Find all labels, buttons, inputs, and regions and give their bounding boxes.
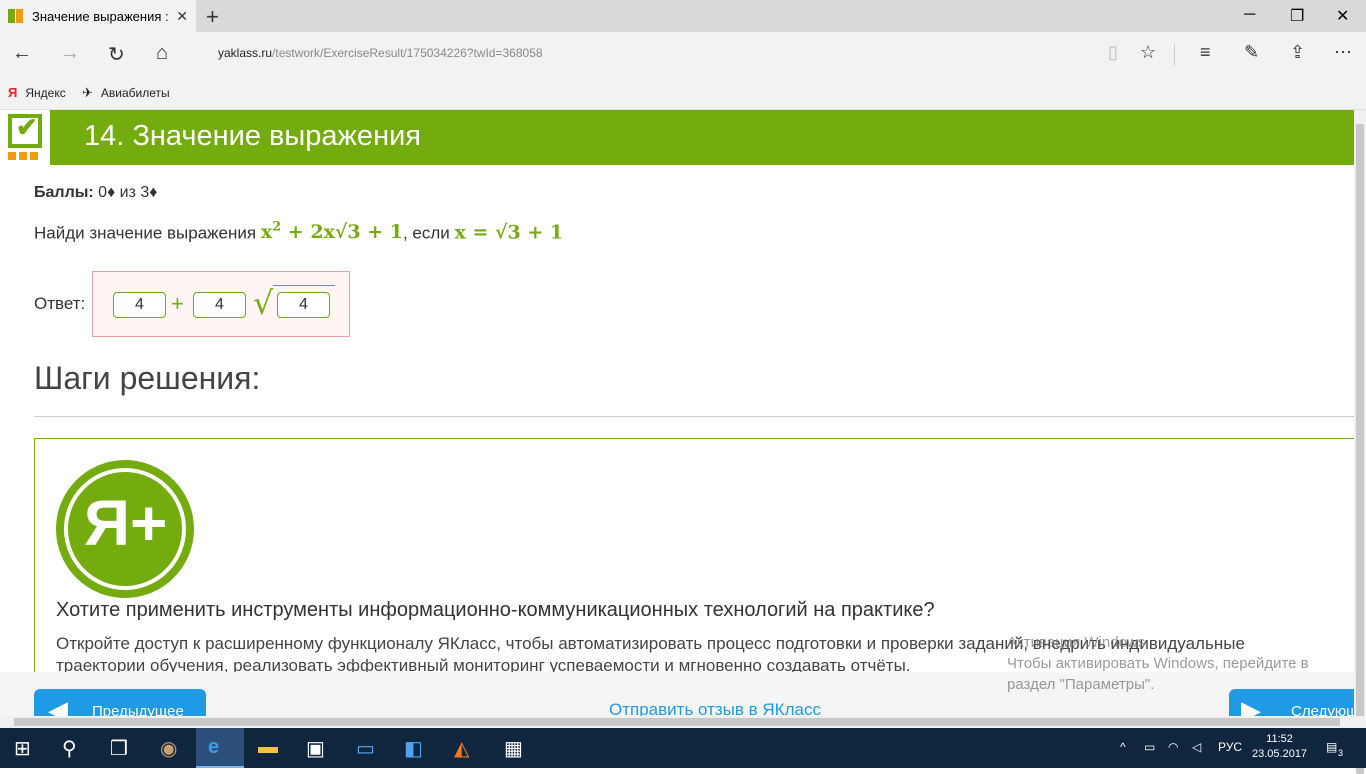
page-title: 14. Значение выражения: [84, 120, 421, 152]
search-icon[interactable]: ⚲: [62, 736, 77, 761]
taskbar: ⊞ ⚲ ❒ ◉ e ▬ ▣ ▭ ◧ ◭ ▦ ^ ▭ ◠ ◁ РУС 11:52 …: [0, 728, 1366, 768]
exercise-logo-icon: ✔: [0, 110, 50, 165]
reading-view-icon[interactable]: ▯: [1108, 42, 1118, 63]
divider: [34, 416, 1354, 417]
logo-text: Я+: [84, 487, 168, 559]
share-icon[interactable]: ⇪: [1290, 42, 1305, 63]
score-label: Баллы:: [34, 184, 94, 201]
edge-icon: e: [208, 736, 220, 758]
forward-icon[interactable]: →: [60, 42, 80, 65]
network-icon[interactable]: ◠: [1168, 740, 1178, 754]
avast-icon[interactable]: ◭: [454, 736, 469, 761]
bookmark-label: Яндекс: [25, 85, 66, 100]
file-explorer-icon[interactable]: ▬: [258, 736, 278, 759]
back-icon[interactable]: ←: [12, 42, 32, 65]
home-icon[interactable]: ⌂: [156, 42, 168, 65]
favorite-star-icon[interactable]: ☆: [1140, 42, 1156, 63]
minimize-icon[interactable]: ─: [1244, 6, 1255, 24]
refresh-icon[interactable]: ↻: [108, 42, 125, 67]
answer-input-3[interactable]: 4: [277, 292, 330, 318]
clock[interactable]: 11:52 23.05.2017: [1252, 732, 1307, 762]
maximize-icon[interactable]: ❐: [1290, 6, 1304, 26]
action-center-icon[interactable]: ▤: [1326, 740, 1337, 754]
plane-icon: ✈: [82, 85, 93, 100]
previous-label: Предыдущее: [92, 703, 184, 716]
radical-line: [273, 285, 335, 286]
language-indicator[interactable]: РУС: [1218, 740, 1242, 754]
computer-icon[interactable]: ▭: [356, 736, 375, 761]
toolbar-divider: [1174, 44, 1175, 66]
calculator-icon[interactable]: ▦: [504, 736, 523, 761]
notification-count: 3: [1338, 748, 1344, 758]
task-expression: x2 + 2x√3 + 1: [260, 220, 403, 244]
yaklass-plus-logo-icon: Я+: [56, 460, 194, 598]
edge-taskbar-button[interactable]: e: [196, 728, 244, 768]
feedback-link[interactable]: Отправить отзыв в ЯКласс: [609, 700, 821, 716]
promo-title: Хотите применить инструменты информацион…: [56, 599, 935, 621]
previous-button[interactable]: ◀ Предыдущее: [34, 689, 206, 716]
expr-exponent: 2: [272, 220, 282, 235]
new-tab-button[interactable]: +: [206, 4, 219, 30]
store-icon[interactable]: ▣: [306, 736, 325, 761]
close-window-icon[interactable]: ✕: [1336, 6, 1349, 26]
vertical-scrollbar[interactable]: [1354, 110, 1366, 774]
exercise-header: ✔ 14. Значение выражения: [0, 110, 1354, 165]
control-panel-icon[interactable]: ◧: [404, 736, 423, 761]
task-text: Найди значение выражения: [34, 223, 261, 243]
start-windows-icon[interactable]: ⊞: [14, 736, 31, 761]
score: Баллы: 0♦ из 3♦: [34, 184, 157, 202]
expr-rest: + 2x√3 + 1: [281, 221, 403, 244]
task-mid: , если: [402, 223, 455, 243]
url-path: /testwork/ExerciseResult/175034226?twId=…: [272, 46, 543, 60]
bookmark-label: Авиабилеты: [100, 86, 170, 100]
watermark-line-2: Чтобы активировать Windows, перейдите в: [1007, 655, 1309, 672]
sqrt-icon: √: [253, 284, 274, 322]
answer-input-1[interactable]: 4: [113, 292, 166, 318]
yaklass-favicon-icon: [8, 9, 24, 23]
arrow-right-icon: ▶: [1241, 695, 1261, 716]
answer-input-2[interactable]: 4: [193, 292, 246, 318]
yandex-icon: Я: [8, 85, 18, 100]
task-view-icon[interactable]: ❒: [110, 736, 128, 761]
page-content: ✔ 14. Значение выражения Баллы: 0♦ из 3♦…: [0, 110, 1354, 716]
steps-heading: Шаги решения:: [34, 360, 261, 396]
media-app-icon[interactable]: ◉: [160, 736, 177, 761]
favorites-bar: Я Яндекс ✈ Авиабилеты: [0, 76, 1366, 110]
task-condition: x = √3 + 1: [454, 221, 564, 244]
bookmark-yandex[interactable]: Я Яндекс: [8, 85, 66, 100]
browser-tab-bar: Значение выражения : ✕ + ─ ❐ ✕: [0, 0, 1366, 32]
browser-tab[interactable]: Значение выражения : ✕: [0, 0, 196, 32]
hub-icon[interactable]: ≡: [1200, 42, 1211, 63]
chevron-up-icon[interactable]: ^: [1120, 740, 1126, 754]
task-statement: Найди значение выражения x2 + 2x√3 + 1, …: [34, 220, 563, 243]
score-value: 0♦ из 3♦: [93, 184, 158, 201]
close-tab-icon[interactable]: ✕: [176, 8, 188, 25]
volume-icon[interactable]: ◁: [1192, 740, 1201, 754]
answer-box: 4 + 4 √ 4: [92, 271, 350, 337]
windows-activation-watermark: Активация Windows Чтобы активировать Win…: [1007, 632, 1347, 695]
url-domain: yaklass.ru: [218, 46, 273, 60]
web-note-icon[interactable]: ✎: [1244, 42, 1259, 63]
next-label: Следующ: [1291, 703, 1354, 716]
watermark-line-1: Активация Windows: [1007, 634, 1146, 651]
url-field[interactable]: yaklass.ru/testwork/ExerciseResult/17503…: [218, 46, 543, 60]
watermark-line-3: раздел "Параметры".: [1007, 676, 1155, 693]
clock-date: 23.05.2017: [1252, 748, 1308, 760]
tab-title: Значение выражения :: [32, 8, 169, 24]
bookmark-aviabilety[interactable]: ✈ Авиабилеты: [82, 85, 170, 101]
clock-time: 11:52: [1266, 733, 1293, 745]
horizontal-scrollbar[interactable]: [0, 716, 1366, 728]
expr-base: x: [260, 221, 273, 244]
more-icon[interactable]: ⋯: [1334, 42, 1352, 63]
address-bar: ← → ↻ ⌂ yaklass.ru/testwork/ExerciseResu…: [0, 32, 1366, 76]
battery-icon[interactable]: ▭: [1144, 740, 1155, 754]
plus-sign: +: [171, 291, 184, 316]
answer-label: Ответ:: [34, 294, 86, 313]
arrow-left-icon: ◀: [48, 695, 68, 716]
